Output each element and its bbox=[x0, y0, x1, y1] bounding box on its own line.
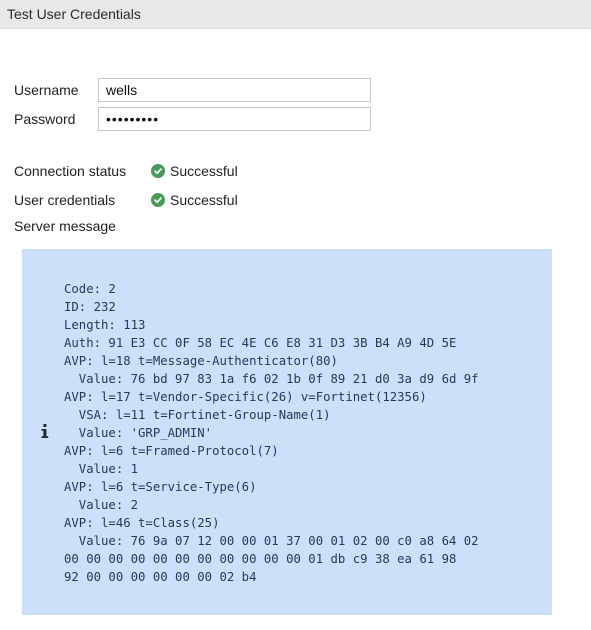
server-message-label: Server message bbox=[14, 218, 116, 234]
connection-status-label: Connection status bbox=[14, 163, 127, 179]
password-field[interactable]: ••••••••• bbox=[98, 107, 371, 131]
user-credentials-value: Successful bbox=[151, 192, 238, 208]
dialog-header: Test User Credentials bbox=[0, 0, 591, 29]
connection-status-text: Successful bbox=[170, 163, 238, 179]
info-icon bbox=[40, 423, 50, 439]
username-label: Username bbox=[14, 82, 79, 98]
user-credentials-text: Successful bbox=[170, 192, 238, 208]
dialog-title: Test User Credentials bbox=[7, 6, 141, 22]
server-message-text: Code: 2 ID: 232 Length: 113 Auth: 91 E3 … bbox=[64, 282, 479, 584]
check-circle-icon bbox=[151, 193, 165, 207]
username-field[interactable]: wells bbox=[98, 78, 371, 102]
connection-status-value: Successful bbox=[151, 163, 238, 179]
user-credentials-label: User credentials bbox=[14, 192, 116, 208]
password-label: Password bbox=[14, 111, 76, 127]
check-circle-icon bbox=[151, 164, 165, 178]
